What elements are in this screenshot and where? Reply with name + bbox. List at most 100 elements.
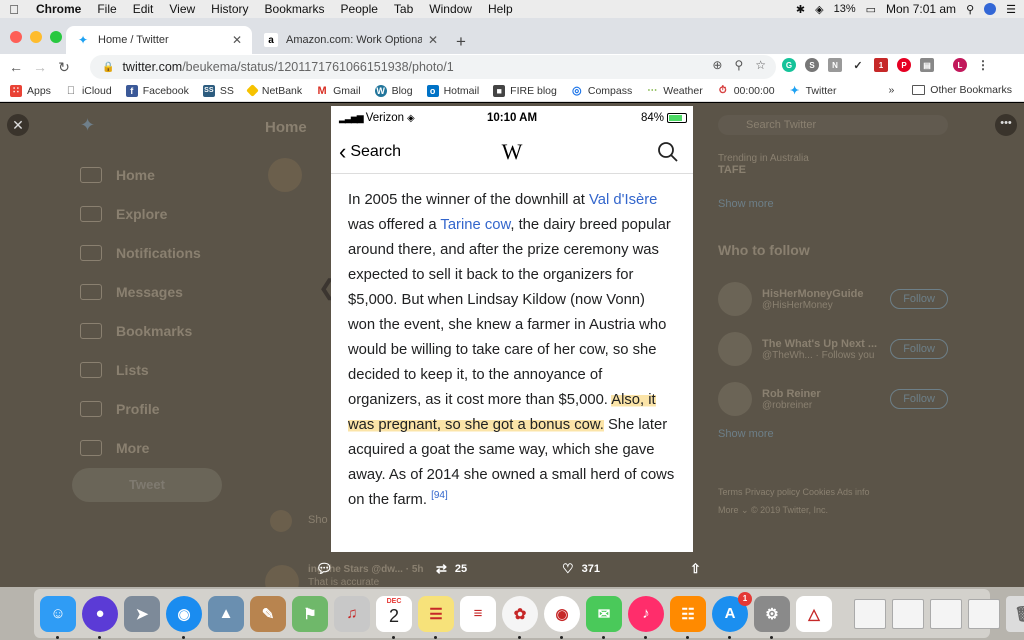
music-icon[interactable]: ♪ [628, 595, 664, 639]
avatar[interactable] [270, 510, 292, 532]
apple-icon[interactable]:  [0, 2, 28, 17]
system-preferences-icon[interactable]: ⚙ [754, 595, 790, 639]
tab-amazon[interactable]: a Amazon.com: Work Optional: R ✕ [254, 26, 448, 54]
books-icon[interactable]: ☷ [670, 595, 706, 639]
menu-bookmarks[interactable]: Bookmarks [257, 2, 333, 16]
retweet-button[interactable]: ⇄ 25 [436, 561, 562, 577]
follow-suggestion[interactable]: The What's Up Next ... @TheWh... · Follow… [718, 324, 948, 374]
nav-lists[interactable]: Lists [80, 350, 201, 389]
spotlight-icon[interactable]: ⚲ [966, 3, 974, 16]
show-more-link[interactable]: Show more [718, 198, 948, 210]
new-tab-button[interactable]: + [456, 32, 466, 52]
document-thumbnail[interactable] [854, 598, 886, 629]
menu-window[interactable]: Window [421, 2, 480, 16]
photos-icon[interactable]: ✿ [502, 595, 538, 639]
twitter-logo-icon[interactable]: ✦ [80, 115, 95, 136]
follow-button[interactable]: Follow [890, 289, 948, 309]
bookmark-gmail[interactable]: M Gmail [316, 85, 361, 97]
bookmark-apps[interactable]: ∷ Apps [10, 84, 51, 97]
bookmark-ss[interactable]: SS SS [202, 84, 234, 97]
notes-icon[interactable]: ☰ [418, 595, 454, 639]
maps-icon[interactable]: ⚑ [292, 595, 328, 632]
avatar[interactable] [268, 158, 302, 192]
follow-suggestion[interactable]: HisHerMoneyGuide @HisHerMoney Follow [718, 274, 948, 324]
bookmarks-overflow-button[interactable]: » [888, 84, 894, 96]
reminders-icon[interactable]: ≡ [460, 595, 496, 632]
nav-messages[interactable]: Messages [80, 272, 201, 311]
bookmark-facebook[interactable]: f Facebook [125, 84, 189, 97]
avatar[interactable] [265, 565, 299, 587]
siri-icon[interactable]: ● [82, 595, 118, 639]
layers-icon[interactable]: ▤ [920, 58, 934, 72]
search-input[interactable]: Search Twitter [718, 115, 948, 135]
bluetooth-icon[interactable]: ✱ [796, 3, 805, 16]
bookmark-hotmail[interactable]: o Hotmail [426, 84, 479, 97]
skype-icon[interactable]: S [805, 58, 819, 72]
reply-button[interactable]: 💬︎ [316, 561, 436, 577]
more-options-icon[interactable]: ••• [995, 114, 1017, 136]
reload-icon[interactable]: ↻ [52, 59, 76, 76]
menu-history[interactable]: History [203, 2, 256, 16]
contacts-icon[interactable]: ✎ [250, 595, 286, 632]
photo-app-icon[interactable]: ▲ [208, 595, 244, 632]
tab-twitter[interactable]: ✦ Home / Twitter ✕ [66, 26, 252, 54]
other-bookmarks-folder[interactable]: Other Bookmarks [912, 84, 1012, 96]
pinterest-icon[interactable]: P [897, 58, 911, 72]
add-circle-icon[interactable]: ⊕ [712, 58, 722, 72]
show-more-link[interactable]: Show more [718, 428, 948, 440]
user-icon[interactable] [984, 3, 997, 15]
profile-avatar[interactable]: L [953, 58, 967, 72]
document-thumbnail[interactable] [892, 598, 924, 629]
chrome-icon[interactable]: ◉ [544, 595, 580, 639]
menu-edit[interactable]: Edit [125, 2, 162, 16]
bookmark-icloud[interactable]:  iCloud [65, 85, 112, 97]
minimize-window-button[interactable] [30, 31, 42, 43]
calendar-icon[interactable]: DEC 2 [376, 595, 412, 639]
bookmark-fire-blog[interactable]: ■ FIRE blog [493, 84, 557, 97]
itunes-icon[interactable]: ♫ [334, 595, 370, 632]
safari-icon[interactable]: ◉ [166, 595, 202, 639]
battery-icon[interactable]: ▭ [866, 3, 876, 16]
nav-bookmarks[interactable]: Bookmarks [80, 311, 201, 350]
menu-app-name[interactable]: Chrome [28, 2, 89, 16]
maximize-window-button[interactable] [50, 31, 62, 43]
document-thumbnail[interactable] [968, 598, 1000, 629]
bookmark-blog[interactable]: W Blog [374, 84, 413, 97]
launchpad-icon[interactable]: ➤ [124, 595, 160, 632]
menu-view[interactable]: View [161, 2, 203, 16]
menu-file[interactable]: File [89, 2, 124, 16]
extension-icon[interactable]: N [828, 58, 842, 72]
menu-dots-icon[interactable]: ⋮ [976, 58, 990, 72]
bookmark-twitter[interactable]: ✦ Twitter [789, 85, 837, 98]
close-icon[interactable]: ✕ [7, 114, 29, 136]
menu-clock[interactable]: Mon 7:01 am [886, 2, 956, 16]
nav-home[interactable]: Home [80, 155, 201, 194]
bookmark-netbank[interactable]: NetBank [245, 84, 302, 97]
menu-help[interactable]: Help [480, 2, 521, 16]
tweet-button[interactable]: Tweet [72, 468, 222, 502]
share-button[interactable]: ⇧ [690, 561, 701, 577]
menu-tab[interactable]: Tab [386, 2, 421, 16]
zoom-icon[interactable]: ⚲ [734, 58, 743, 72]
follow-suggestion[interactable]: Rob Reiner @robreiner Follow [718, 374, 948, 424]
follow-button[interactable]: Follow [890, 339, 948, 359]
trending-topic[interactable]: TAFE [718, 164, 948, 176]
nav-notifications[interactable]: Notifications [80, 233, 201, 272]
document-thumbnail[interactable] [930, 598, 962, 629]
notification-center-icon[interactable]: ☰ [1006, 3, 1016, 16]
address-bar[interactable]: 🔒 twitter.com /beukema/status/1201171761… [90, 55, 776, 79]
bookmark-weather[interactable]: ⋯ Weather [646, 85, 703, 97]
extension-badge-icon[interactable]: 1 [874, 58, 888, 72]
checkmark-icon[interactable]: ✓ [851, 58, 865, 72]
nav-explore[interactable]: Explore [80, 194, 201, 233]
follow-button[interactable]: Follow [890, 389, 948, 409]
battery-percent[interactable]: 13% [834, 3, 856, 15]
bookmark-timer[interactable]: ⏱ 00:00:00 [717, 85, 775, 97]
nav-more[interactable]: More [80, 428, 201, 467]
messages-icon[interactable]: ✉ [586, 595, 622, 639]
close-window-button[interactable] [10, 31, 22, 43]
bookmark-compass[interactable]: ◎ Compass [571, 85, 632, 98]
nav-profile[interactable]: Profile [80, 389, 201, 428]
acrobat-icon[interactable]: △ [796, 595, 832, 632]
star-icon[interactable]: ☆ [755, 58, 766, 72]
